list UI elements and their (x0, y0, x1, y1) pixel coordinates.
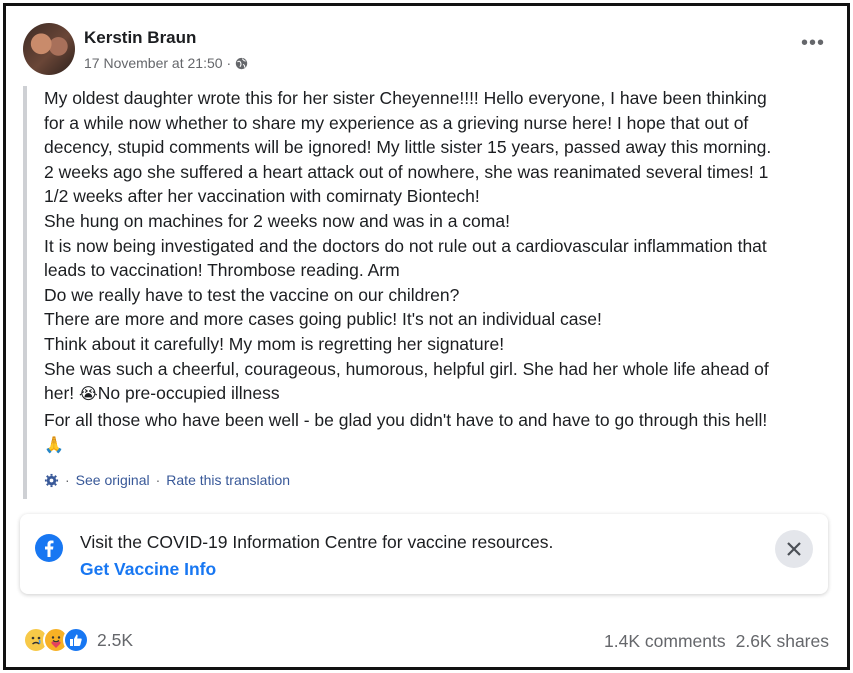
rate-translation-link[interactable]: Rate this translation (166, 472, 290, 488)
post-timestamp[interactable]: 17 November at 21:50 (84, 55, 223, 71)
post-body: My oldest daughter wrote this for her si… (44, 86, 844, 459)
quote-bar (23, 86, 27, 499)
post-line: She hung on machines for 2 weeks now and… (44, 210, 510, 231)
folded-hands-emoji-icon: 🙏 (44, 437, 64, 455)
post-card: Kerstin Braun 17 November at 21:50 · •••… (3, 3, 850, 670)
post-line: For all those who have been well - be gl… (44, 409, 768, 430)
gear-icon (44, 473, 59, 487)
post-line: for a while now whether to share my expe… (44, 112, 749, 133)
crying-emoji-icon: 😭 (79, 386, 98, 404)
post-line: decency, stupid comments will be ignored… (44, 137, 772, 158)
translation-bar: · See original · Rate this translation (44, 472, 290, 488)
get-vaccine-info-link[interactable]: Get Vaccine Info (80, 559, 216, 580)
post-line: 1/2 weeks after her vaccination with com… (44, 186, 480, 207)
post-line: her! 😭No pre-occupied illness (44, 381, 844, 408)
info-card-text: Visit the COVID-19 Information Centre fo… (80, 532, 554, 552)
post-meta: 17 November at 21:50 · (84, 55, 248, 71)
more-options-icon[interactable]: ••• (801, 33, 825, 53)
comments-count-link[interactable]: 1.4K comments (604, 631, 726, 652)
post-line: My oldest daughter wrote this for her si… (44, 88, 767, 108)
shares-count-link[interactable]: 2.6K shares (736, 631, 829, 652)
post-line: There are more and more cases going publ… (44, 309, 602, 330)
reaction-summary[interactable]: 2.5K (23, 627, 133, 653)
post-line: leads to vaccination! Thrombose reading.… (44, 260, 400, 281)
close-button[interactable] (775, 530, 813, 568)
post-line-end: No pre-occupied illness (97, 383, 280, 404)
translation-separator: · (65, 472, 70, 488)
reaction-count: 2.5K (97, 629, 133, 650)
post-line-start: her! (44, 383, 80, 404)
meta-separator: · (226, 55, 232, 71)
avatar[interactable] (23, 23, 75, 75)
post-line: 2 weeks ago she suffered a heart attack … (44, 161, 769, 182)
post-line: It is now being investigated and the doc… (44, 235, 767, 256)
author-name[interactable]: Kerstin Braun (84, 28, 196, 48)
post-line: She was such a cheerful, courageous, hum… (44, 358, 769, 379)
post-line: Think about it carefully! My mom is regr… (44, 333, 505, 354)
see-original-link[interactable]: See original (76, 472, 150, 488)
covid-info-card: Visit the COVID-19 Information Centre fo… (20, 514, 828, 594)
close-icon (787, 542, 801, 556)
globe-icon (236, 57, 248, 69)
engagement-stats: 1.4K comments 2.6K shares (604, 631, 829, 652)
translation-separator: · (155, 472, 161, 488)
post-line: Do we really have to test the vaccine on… (44, 284, 460, 305)
post-line: 🙏 (44, 432, 844, 459)
like-reaction-icon (63, 627, 89, 653)
facebook-logo-icon (35, 534, 63, 562)
